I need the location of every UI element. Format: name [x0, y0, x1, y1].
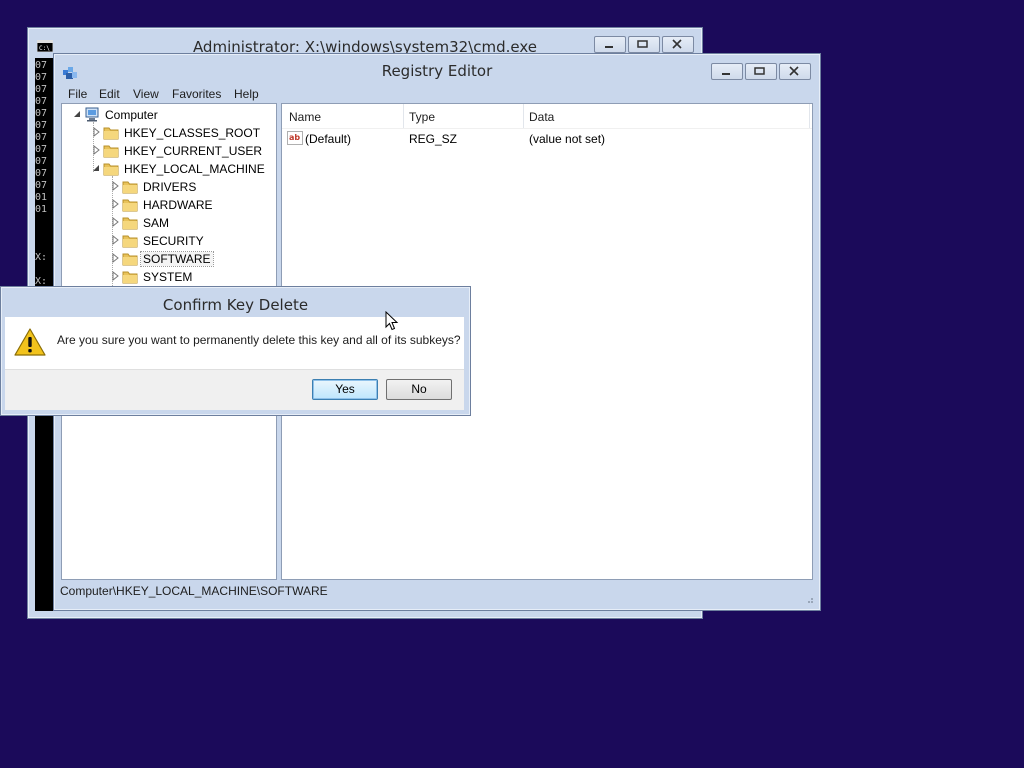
folder-icon	[103, 127, 119, 140]
column-divider[interactable]	[403, 104, 404, 128]
cmd-line-11: 01	[35, 192, 48, 203]
column-divider[interactable]	[809, 104, 810, 128]
cmd-line-12: 01	[35, 204, 48, 215]
tree-node-hkcu[interactable]: HKEY_CURRENT_USER	[91, 142, 271, 160]
expand-arrow-icon[interactable]	[110, 198, 120, 210]
tree-label: HKEY_CURRENT_USER	[124, 144, 263, 158]
value-type: REG_SZ	[409, 132, 458, 146]
menu-edit[interactable]: Edit	[99, 87, 120, 101]
folder-icon	[122, 271, 138, 284]
tree-node-computer[interactable]: Computer	[72, 106, 272, 124]
menu-file[interactable]: File	[68, 87, 87, 101]
folder-icon	[122, 235, 138, 248]
cmd-prompt-1: X:	[35, 252, 48, 263]
no-button[interactable]: No	[386, 379, 452, 400]
cmd-line-0: 07	[35, 60, 48, 71]
value-data: (value not set)	[529, 132, 606, 146]
tree-label: Computer	[105, 108, 158, 122]
tree-node-software[interactable]: SOFTWARE	[110, 250, 270, 268]
folder-icon	[122, 181, 138, 194]
cmd-line-10: 07	[35, 180, 48, 191]
regedit-close-button[interactable]	[779, 63, 811, 80]
regedit-minimize-button[interactable]	[711, 63, 743, 80]
collapse-arrow-icon[interactable]	[72, 108, 82, 120]
tree-node-hardware[interactable]: HARDWARE	[110, 196, 270, 214]
tree-label: DRIVERS	[143, 180, 197, 194]
status-bar: Computer\HKEY_LOCAL_MACHINE\SOFTWARE	[60, 584, 328, 598]
tree-node-drivers[interactable]: DRIVERS	[110, 178, 270, 196]
column-header-data[interactable]: Data	[529, 110, 554, 124]
dialog-message: Are you sure you want to permanently del…	[57, 333, 461, 347]
computer-icon	[85, 107, 99, 122]
mouse-cursor-icon	[385, 311, 399, 331]
folder-icon	[122, 253, 138, 266]
confirm-delete-dialog[interactable]: Confirm Key Delete Are you sure you want…	[0, 286, 471, 416]
regedit-title: Registry Editor	[381, 62, 493, 80]
folder-icon	[122, 217, 138, 230]
tree-label: SYSTEM	[143, 270, 193, 284]
expand-arrow-icon[interactable]	[110, 234, 120, 246]
cmd-line-9: 07	[35, 168, 48, 179]
restore-icon	[754, 67, 765, 75]
menu-favorites[interactable]: Favorites	[172, 87, 221, 101]
dialog-footer: Yes No	[5, 369, 464, 410]
column-header-type[interactable]: Type	[409, 110, 435, 124]
column-header-bar: Name Type Data	[282, 104, 812, 129]
svg-text:ab: ab	[289, 133, 300, 142]
yes-button[interactable]: Yes	[312, 379, 378, 400]
tree-node-sam[interactable]: SAM	[110, 214, 270, 232]
tree-label: HARDWARE	[143, 198, 213, 212]
expand-arrow-icon[interactable]	[91, 126, 101, 138]
cmd-line-4: 07	[35, 108, 48, 119]
restore-icon	[637, 40, 648, 48]
tree-node-security[interactable]: SECURITY	[110, 232, 270, 250]
expand-arrow-icon[interactable]	[110, 252, 120, 264]
column-header-name[interactable]: Name	[289, 110, 321, 124]
cmd-line-6: 07	[35, 132, 48, 143]
tree-node-hklm[interactable]: HKEY_LOCAL_MACHINE	[91, 160, 271, 178]
minimize-icon	[722, 73, 730, 75]
tree-label: HKEY_CLASSES_ROOT	[124, 126, 261, 140]
column-divider[interactable]	[523, 104, 524, 128]
value-name: (Default)	[305, 132, 352, 146]
tree-node-hkcr[interactable]: HKEY_CLASSES_ROOT	[91, 124, 271, 142]
expand-arrow-icon[interactable]	[91, 144, 101, 156]
collapse-arrow-icon[interactable]	[91, 162, 101, 174]
regedit-titlebar[interactable]: Registry Editor	[54, 54, 820, 84]
expand-arrow-icon[interactable]	[110, 270, 120, 282]
expand-arrow-icon[interactable]	[110, 216, 120, 228]
minimize-icon	[605, 46, 613, 48]
cmd-line-7: 07	[35, 144, 48, 155]
warning-icon	[14, 328, 46, 356]
menu-view[interactable]: View	[133, 87, 159, 101]
menu-help[interactable]: Help	[234, 87, 259, 101]
close-icon	[672, 39, 682, 49]
cmd-maximize-button[interactable]	[628, 36, 660, 53]
folder-icon	[103, 163, 119, 176]
folder-icon	[103, 145, 119, 158]
resize-grip-icon[interactable]	[804, 594, 814, 604]
tree-label: SOFTWARE	[140, 251, 214, 267]
cmd-close-button[interactable]	[662, 36, 694, 53]
tree-label: SECURITY	[143, 234, 204, 248]
cmd-line-2: 07	[35, 84, 48, 95]
cmd-line-5: 07	[35, 120, 48, 131]
cmd-minimize-button[interactable]	[594, 36, 626, 53]
expand-arrow-icon[interactable]	[110, 180, 120, 192]
close-icon	[789, 66, 799, 76]
cmd-line-8: 07	[35, 156, 48, 167]
cmd-line-1: 07	[35, 72, 48, 83]
tree-label: HKEY_LOCAL_MACHINE	[124, 162, 265, 176]
folder-icon	[122, 199, 138, 212]
string-value-icon: ab	[287, 131, 303, 145]
tree-node-system[interactable]: SYSTEM	[110, 268, 270, 286]
dialog-title: Confirm Key Delete	[162, 296, 309, 314]
cmd-line-3: 07	[35, 96, 48, 107]
regedit-maximize-button[interactable]	[745, 63, 777, 80]
tree-label: SAM	[143, 216, 170, 230]
